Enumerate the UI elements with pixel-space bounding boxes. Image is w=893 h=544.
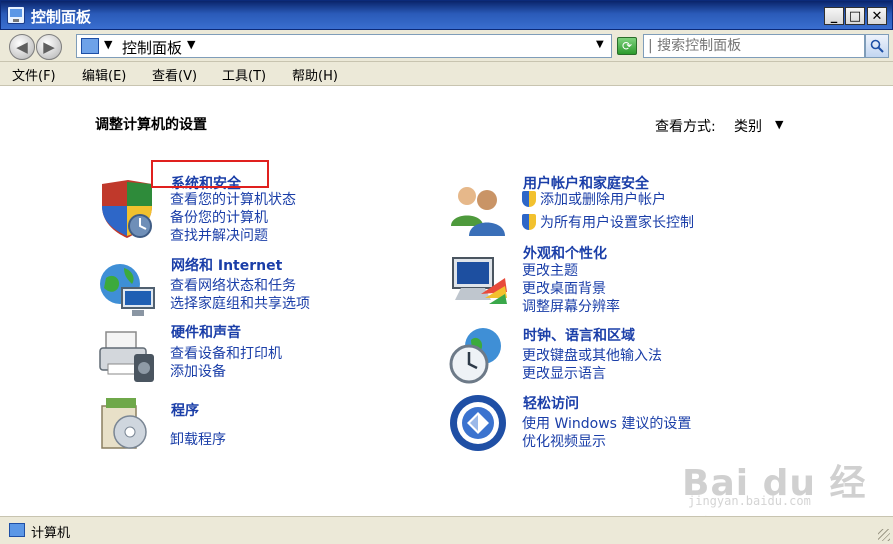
status-text: 计算机 bbox=[31, 526, 71, 541]
view-by-select[interactable]: 类别 bbox=[734, 116, 762, 136]
uac-shield-icon bbox=[522, 191, 536, 207]
link-keyboard-input[interactable]: 更改键盘或其他输入法 bbox=[522, 345, 662, 365]
category-programs[interactable]: 程序 bbox=[171, 400, 199, 420]
link-parental-controls[interactable]: 为所有用户设置家长控制 bbox=[522, 212, 694, 232]
shield-windows-icon bbox=[102, 180, 152, 238]
monitor-palette-icon bbox=[452, 257, 507, 304]
link-screen-resolution[interactable]: 调整屏幕分辨率 bbox=[522, 296, 620, 316]
ease-of-access-icon bbox=[450, 395, 506, 451]
maximize-button[interactable]: □ bbox=[845, 7, 865, 25]
search-button[interactable] bbox=[865, 34, 889, 58]
link-desktop-background[interactable]: 更改桌面背景 bbox=[522, 278, 606, 298]
menu-tools[interactable]: 工具(T) bbox=[222, 65, 266, 84]
users-icon bbox=[451, 187, 505, 236]
uac-shield-icon bbox=[522, 214, 536, 230]
address-box[interactable]: ▼ 控制面板 ▼ ▼ bbox=[76, 34, 612, 58]
link-change-theme[interactable]: 更改主题 bbox=[522, 260, 578, 280]
link-backup-computer[interactable]: 备份您的计算机 bbox=[170, 207, 268, 227]
menu-bar: 文件(F) 编辑(E) 查看(V) 工具(T) 帮助(H) bbox=[0, 62, 893, 86]
back-button[interactable]: ◀ bbox=[9, 34, 35, 60]
menu-file[interactable]: 文件(F) bbox=[12, 65, 56, 84]
clock-globe-icon bbox=[449, 328, 501, 384]
category-network-internet[interactable]: 网络和 Internet bbox=[171, 255, 282, 275]
search-icon bbox=[870, 39, 884, 53]
forward-button[interactable]: ▶ bbox=[36, 34, 62, 60]
link-add-remove-accounts[interactable]: 添加或删除用户帐户 bbox=[522, 189, 666, 209]
chevron-down-icon[interactable]: ▼ bbox=[104, 38, 112, 51]
baidu-watermark-url: jingyan.baidu.com bbox=[688, 494, 811, 508]
computer-icon bbox=[9, 523, 25, 537]
refresh-icon: ⟳ bbox=[621, 39, 633, 53]
window-title: 控制面板 bbox=[31, 8, 92, 26]
category-clock-language-region[interactable]: 时钟、语言和区域 bbox=[523, 325, 635, 345]
network-globe-icon bbox=[100, 264, 155, 316]
link-label: 为所有用户设置家长控制 bbox=[540, 215, 694, 231]
refresh-button[interactable]: ⟳ bbox=[617, 37, 637, 55]
link-display-language[interactable]: 更改显示语言 bbox=[522, 363, 606, 383]
control-panel-icon bbox=[81, 38, 99, 54]
link-label: 添加或删除用户帐户 bbox=[540, 192, 666, 208]
address-path[interactable]: 控制面板 bbox=[122, 37, 182, 58]
view-by-label: 查看方式: bbox=[655, 119, 716, 135]
link-network-status[interactable]: 查看网络状态和任务 bbox=[170, 275, 296, 295]
search-box[interactable] bbox=[643, 34, 865, 58]
search-input[interactable] bbox=[648, 36, 858, 56]
forward-icon: ▶ bbox=[43, 38, 55, 56]
link-add-device[interactable]: 添加设备 bbox=[170, 361, 226, 381]
link-devices-printers[interactable]: 查看设备和打印机 bbox=[170, 343, 282, 363]
minimize-button[interactable]: _ bbox=[824, 7, 844, 25]
chevron-down-icon[interactable]: ▼ bbox=[187, 38, 195, 51]
category-hardware-sound[interactable]: 硬件和声音 bbox=[171, 322, 241, 342]
close-button[interactable]: ✕ bbox=[867, 7, 887, 25]
category-ease-of-access[interactable]: 轻松访问 bbox=[523, 393, 579, 413]
address-dropdown-icon[interactable]: ▼ bbox=[596, 39, 604, 50]
link-windows-suggested-settings[interactable]: 使用 Windows 建议的设置 bbox=[522, 413, 691, 433]
link-optimize-display[interactable]: 优化视频显示 bbox=[522, 431, 606, 451]
control-panel-icon bbox=[7, 6, 25, 24]
chevron-down-icon[interactable]: ▼ bbox=[775, 118, 783, 131]
page-title: 调整计算机的设置 bbox=[95, 117, 207, 133]
link-homegroup-sharing[interactable]: 选择家庭组和共享选项 bbox=[170, 293, 310, 313]
address-bar-row: ◀ ▶ ▼ 控制面板 ▼ ▼ ⟳ bbox=[0, 30, 893, 62]
resize-grip[interactable] bbox=[878, 529, 890, 541]
main-content: 调整计算机的设置 查看方式: 类别 ▼ 系统和安全 查看您的计算机状态 备份您的… bbox=[4, 86, 889, 516]
menu-help[interactable]: 帮助(H) bbox=[292, 65, 338, 84]
link-troubleshoot[interactable]: 查找并解决问题 bbox=[170, 225, 268, 245]
printer-icon bbox=[99, 331, 154, 382]
menu-view[interactable]: 查看(V) bbox=[152, 65, 197, 84]
link-uninstall-program[interactable]: 卸载程序 bbox=[170, 429, 226, 449]
menu-edit[interactable]: 编辑(E) bbox=[82, 65, 126, 84]
title-bar: 控制面板 _ □ ✕ bbox=[0, 0, 893, 30]
programs-icon bbox=[101, 398, 147, 449]
status-bar: 计算机 bbox=[0, 516, 893, 544]
back-icon: ◀ bbox=[16, 38, 28, 56]
link-view-computer-status[interactable]: 查看您的计算机状态 bbox=[170, 189, 296, 209]
